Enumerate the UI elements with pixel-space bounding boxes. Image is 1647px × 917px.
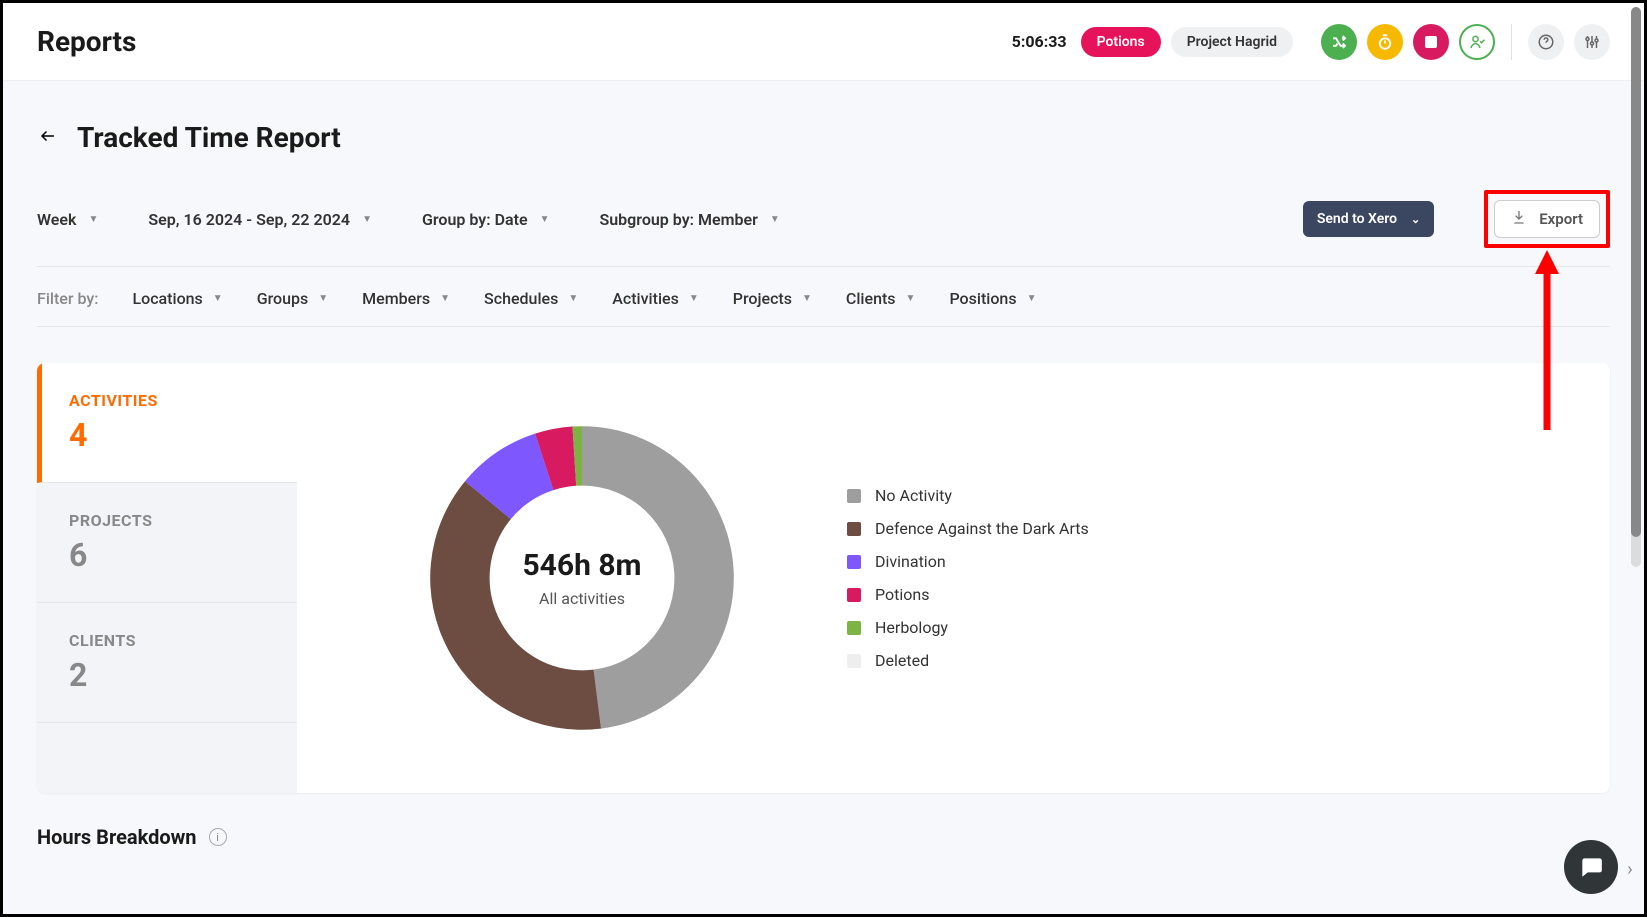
stop-icon[interactable] [1413,24,1449,60]
donut-total: 546h 8m [522,548,641,583]
filter-schedules[interactable]: Schedules▼ [484,289,578,308]
legend-item[interactable]: No Activity [847,486,1089,505]
filters-row: Filter by: Locations▼ Groups▼ Members▼ S… [37,289,1610,327]
filter-projects[interactable]: Projects▼ [733,289,812,308]
page-title: Reports [37,25,136,58]
hours-breakdown-header: Hours Breakdown i [37,825,1610,849]
chevron-down-icon: ▼ [540,214,550,225]
chevron-down-icon: ▼ [362,214,372,225]
filter-clients[interactable]: Clients▼ [846,289,916,308]
chevron-down-icon: ▼ [213,293,223,304]
filter-members[interactable]: Members▼ [362,289,450,308]
hours-breakdown-title: Hours Breakdown [37,825,197,849]
legend-item[interactable]: Divination [847,552,1089,571]
chevron-down-icon: ▼ [1027,293,1037,304]
date-range-selector[interactable]: Sep, 16 2024 - Sep, 22 2024 ▼ [148,210,372,229]
legend-item[interactable]: Deleted [847,651,1089,670]
tab-title: PROJECTS [69,511,265,530]
chevron-down-icon: ▼ [568,293,578,304]
app-header: Reports 5:06:33 Potions Project Hagrid [3,3,1644,81]
subgroup-by-label: Subgroup by: Member [599,210,757,229]
settings-icon[interactable] [1574,24,1610,60]
tab-clients[interactable]: CLIENTS 2 [37,603,297,723]
legend-item[interactable]: Potions [847,585,1089,604]
tab-projects[interactable]: PROJECTS 6 [37,483,297,603]
export-label: Export [1539,210,1583,228]
legend-label: Potions [875,585,929,604]
donut-center: 546h 8m All activities [522,548,641,608]
controls-row: Week ▼ Sep, 16 2024 - Sep, 22 2024 ▼ Gro… [37,190,1610,267]
stopwatch-icon[interactable] [1367,24,1403,60]
send-to-xero-label: Send to Xero [1317,211,1397,227]
info-icon[interactable]: i [209,828,227,846]
header-divider [1511,24,1512,60]
legend-label: Divination [875,552,946,571]
chevron-down-icon: ⌄ [1411,213,1420,226]
header-right: 5:06:33 Potions Project Hagrid [1012,24,1610,60]
tab-count: 6 [69,536,265,574]
filter-by-label: Filter by: [37,289,98,308]
tab-count: 4 [69,416,265,454]
subgroup-by-selector[interactable]: Subgroup by: Member ▼ [599,210,779,229]
donut-chart: 546h 8m All activities [417,413,747,743]
user-check-icon[interactable] [1459,24,1495,60]
chevron-down-icon: ▼ [689,293,699,304]
legend-label: No Activity [875,486,952,505]
period-label: Week [37,210,76,229]
summary-panel: ACTIVITIES 4 PROJECTS 6 CLIENTS 2 546h 8… [37,363,1610,793]
tab-title: CLIENTS [69,631,265,650]
send-to-xero-button[interactable]: Send to Xero ⌄ [1303,201,1434,237]
group-by-label: Group by: Date [422,210,528,229]
chevron-down-icon: ▼ [770,214,780,225]
legend-label: Herbology [875,618,948,637]
donut-subtitle: All activities [522,589,641,608]
annotation-arrow [1531,250,1563,434]
filter-groups[interactable]: Groups▼ [257,289,328,308]
tab-count: 2 [69,656,265,694]
project-pill[interactable]: Project Hagrid [1171,27,1293,57]
legend-swatch [847,522,861,536]
summary-tabs: ACTIVITIES 4 PROJECTS 6 CLIENTS 2 [37,363,297,793]
help-icon[interactable] [1528,24,1564,60]
tab-activities[interactable]: ACTIVITIES 4 [37,363,297,483]
export-button[interactable]: Export [1494,200,1600,238]
group-by-selector[interactable]: Group by: Date ▼ [422,210,550,229]
legend-swatch [847,621,861,635]
chevron-down-icon: ▼ [906,293,916,304]
chevron-down-icon: ▼ [440,293,450,304]
legend-label: Deleted [875,651,929,670]
report-title: Tracked Time Report [77,121,341,154]
legend-swatch [847,555,861,569]
chart-area: 546h 8m All activities No Activity Defenc… [297,363,1610,793]
chevron-down-icon: ▼ [88,214,98,225]
chart-legend: No Activity Defence Against the Dark Arts… [847,486,1089,670]
filter-locations[interactable]: Locations▼ [132,289,222,308]
tab-title: ACTIVITIES [69,391,265,410]
legend-item[interactable]: Defence Against the Dark Arts [847,519,1089,538]
legend-label: Defence Against the Dark Arts [875,519,1089,538]
scrollbar-thumb[interactable] [1631,7,1641,537]
back-arrow-icon[interactable] [37,126,59,150]
shuffle-icon[interactable] [1321,24,1357,60]
report-header-row: Tracked Time Report [37,121,1610,154]
annotation-highlight-export: Export [1484,190,1610,248]
chevron-down-icon: ▼ [802,293,812,304]
activity-pill[interactable]: Potions [1081,27,1161,57]
legend-swatch [847,489,861,503]
period-selector[interactable]: Week ▼ [37,210,98,229]
date-range-label: Sep, 16 2024 - Sep, 22 2024 [148,210,350,229]
pager-next-icon[interactable]: › [1622,854,1638,884]
legend-swatch [847,654,861,668]
content-area: Tracked Time Report Week ▼ Sep, 16 2024 … [3,81,1644,914]
legend-swatch [847,588,861,602]
filter-activities[interactable]: Activities▼ [612,289,699,308]
chevron-down-icon: ▼ [318,293,328,304]
legend-item[interactable]: Herbology [847,618,1089,637]
download-icon [1511,209,1527,229]
timer-display: 5:06:33 [1012,32,1067,51]
chat-widget-icon[interactable] [1564,840,1618,894]
filter-positions[interactable]: Positions▼ [949,289,1036,308]
